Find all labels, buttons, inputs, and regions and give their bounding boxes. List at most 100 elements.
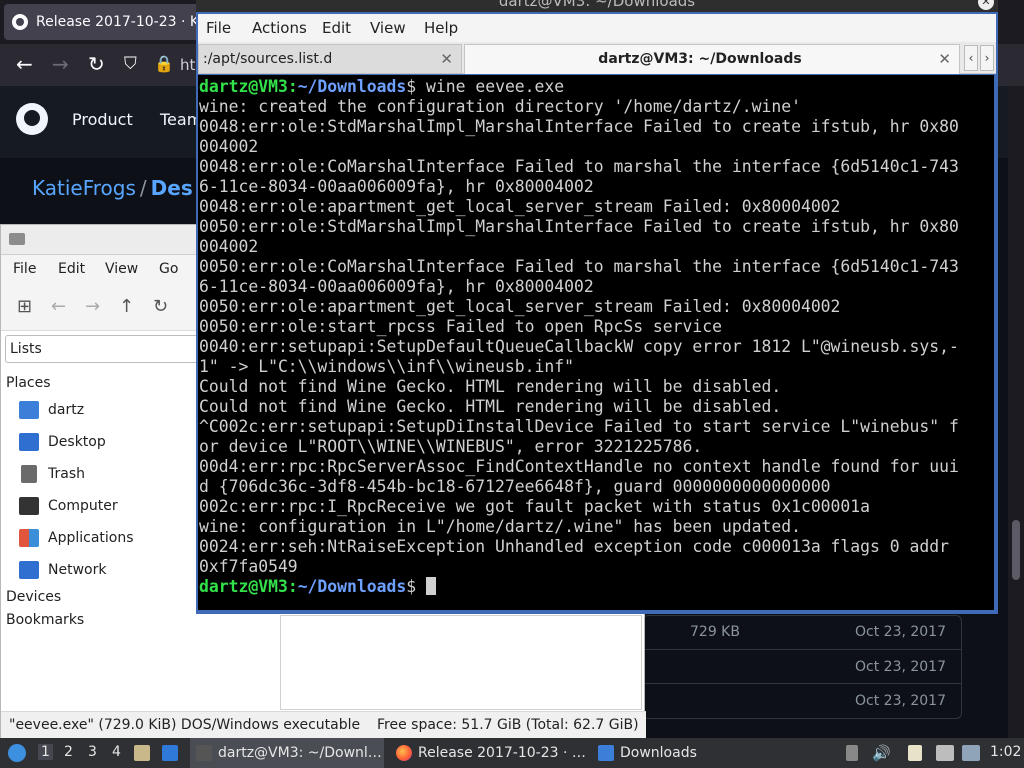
asset-row[interactable]: Oct 23, 2017 (642, 683, 962, 717)
back-icon[interactable]: ← (16, 53, 33, 75)
terminal-titlebar[interactable]: dartz@VM3: ~/Downloads (196, 0, 998, 12)
menu-help[interactable]: Help (424, 19, 458, 37)
terminal-output-line: 004002 (199, 137, 259, 156)
place-network[interactable]: Network (19, 557, 106, 583)
terminal-output-line: wine: created the configuration director… (199, 97, 801, 116)
show-desktop-icon[interactable] (162, 745, 178, 761)
back-icon[interactable]: ← (51, 297, 66, 317)
taskbar-window-label: Downloads (620, 745, 697, 761)
side-pane-mode-select[interactable]: Lists (5, 335, 200, 363)
place-desktop[interactable]: Desktop (19, 429, 106, 455)
workspace-2[interactable]: 2 (64, 744, 73, 760)
asset-row[interactable]: 729 KB Oct 23, 2017 (642, 615, 962, 649)
menu-edit[interactable]: Edit (322, 19, 351, 37)
repo-separator: / (139, 176, 147, 200)
place-applications[interactable]: Applications (19, 525, 134, 551)
url-bar[interactable]: ht (180, 56, 195, 74)
terminal-icon (196, 745, 212, 761)
github-nav-product[interactable]: Product (72, 110, 133, 129)
terminal-output-line: 0048:err:ole:CoMarshalInterface Failed t… (199, 157, 959, 176)
taskbar-window-label: Release 2017-10-23 · … (418, 745, 586, 761)
prompt-user: dartz@VM3 (199, 577, 288, 596)
taskbar-window-downloads[interactable]: Downloads (592, 738, 712, 768)
menu-edit[interactable]: Edit (58, 261, 85, 277)
browser-scrollbar-thumb[interactable] (1012, 520, 1020, 580)
volume-icon[interactable]: 🔊 (872, 745, 891, 761)
applications-icon (19, 529, 39, 547)
terminal-output-line: 0050:err:ole:StdMarshalImpl_MarshalInter… (199, 217, 959, 236)
menu-go[interactable]: Go (159, 261, 178, 277)
close-tab-icon[interactable]: ✕ (440, 50, 453, 68)
asset-date: Oct 23, 2017 (855, 624, 946, 640)
reload-icon[interactable]: ↻ (153, 297, 168, 317)
reload-icon[interactable]: ↻ (88, 53, 105, 75)
browser-tab[interactable]: Release 2017-10-23 · Ka (4, 4, 204, 40)
file-manager-statusbar: "eevee.exe" (729.0 KiB) DOS/Windows exec… (1, 711, 646, 738)
forward-icon[interactable]: → (85, 297, 100, 317)
terminal-tab-downloads[interactable]: dartz@VM3: ~/Downloads ✕ (464, 44, 960, 74)
taskbar-window-terminal[interactable]: dartz@VM3: ~/Downl… (190, 738, 384, 768)
workspace-1[interactable]: 1 (38, 744, 53, 760)
new-tab-icon[interactable]: ⊞ (17, 297, 32, 317)
firefox-icon (396, 745, 412, 761)
taskbar-window-firefox[interactable]: Release 2017-10-23 · … (390, 738, 586, 768)
file-manager-launcher-icon[interactable] (134, 745, 150, 761)
start-menu-icon[interactable] (8, 744, 26, 762)
asset-size: 729 KB (690, 624, 740, 640)
place-dartz[interactable]: dartz (19, 397, 84, 423)
up-icon[interactable]: ↑ (119, 297, 134, 317)
menu-view[interactable]: View (105, 261, 138, 277)
menu-view[interactable]: View (370, 19, 406, 37)
asset-row[interactable]: Oct 23, 2017 (642, 649, 962, 683)
terminal-output-line: wine: configuration in L"/home/dartz/.wi… (199, 517, 801, 536)
menu-actions[interactable]: Actions (252, 19, 307, 37)
place-label: Network (48, 562, 107, 578)
workspace-3[interactable]: 3 (88, 744, 97, 760)
places-heading: Places (6, 375, 51, 391)
desktop-icon (19, 433, 39, 451)
asset-date: Oct 23, 2017 (855, 659, 946, 675)
close-tab-icon[interactable]: ✕ (938, 50, 951, 68)
terminal-output: dartz@VM3:~/Downloads$ wine eevee.exe wi… (199, 77, 994, 597)
taskbar-window-label: dartz@VM3: ~/Downl… (218, 745, 382, 761)
devices-heading[interactable]: Devices (6, 589, 61, 605)
tab-label: dartz@VM3: ~/Downloads (598, 51, 802, 67)
terminal-output-line: 004002 (199, 237, 259, 256)
tab-scroll-right-icon[interactable]: › (980, 45, 994, 71)
clipboard-icon[interactable] (908, 745, 922, 761)
prompt-colon: : (287, 77, 298, 96)
file-list-area[interactable] (280, 615, 642, 710)
bookmarks-heading[interactable]: Bookmarks (6, 612, 84, 628)
tab-label: :/apt/sources.list.d (203, 51, 333, 67)
workspace-4[interactable]: 4 (112, 744, 121, 760)
prompt-line: dartz@VM3:~/Downloads$ (199, 577, 436, 596)
place-trash[interactable]: Trash (19, 461, 85, 487)
github-logo-icon[interactable] (16, 103, 48, 135)
terminal-output-line: Could not find Wine Gecko. HTML renderin… (199, 377, 782, 396)
free-space-info: Free space: 51.7 GiB (Total: 62.7 GiB) (377, 717, 639, 733)
terminal-output-line: 0050:err:ole:CoMarshalInterface Failed t… (199, 257, 959, 276)
terminal-output-line: 0xf7fa0549 (199, 557, 298, 576)
asset-date: Oct 23, 2017 (855, 693, 946, 709)
folder-icon (598, 745, 614, 761)
network-status-icon[interactable] (936, 745, 954, 761)
prompt-colon: : (287, 577, 298, 596)
browser-scrollbar[interactable] (1008, 86, 1024, 738)
terminal-output-line: 002c:err:rpc:I_RpcReceive we got fault p… (199, 497, 871, 516)
shield-icon[interactable]: ⛉ (124, 53, 137, 75)
terminal-tab-sources[interactable]: :/apt/sources.list.d ✕ (198, 44, 462, 74)
eject-icon[interactable] (846, 745, 858, 761)
repo-owner-link[interactable]: KatieFrogs (32, 176, 136, 200)
forward-icon[interactable]: → (52, 53, 69, 75)
notifications-icon[interactable] (962, 745, 980, 761)
prompt-dollar: $ (406, 577, 426, 596)
menu-file[interactable]: File (13, 261, 36, 277)
terminal-screen[interactable]: dartz@VM3:~/Downloads$ wine eevee.exe wi… (198, 75, 994, 610)
computer-icon (19, 497, 39, 515)
lock-icon: 🔒 (154, 54, 174, 73)
place-computer[interactable]: Computer (19, 493, 118, 519)
menu-file[interactable]: File (206, 19, 231, 37)
text-cursor (426, 577, 436, 595)
tab-scroll-left-icon[interactable]: ‹ (964, 45, 978, 71)
repo-name-link[interactable]: Des (151, 176, 193, 200)
